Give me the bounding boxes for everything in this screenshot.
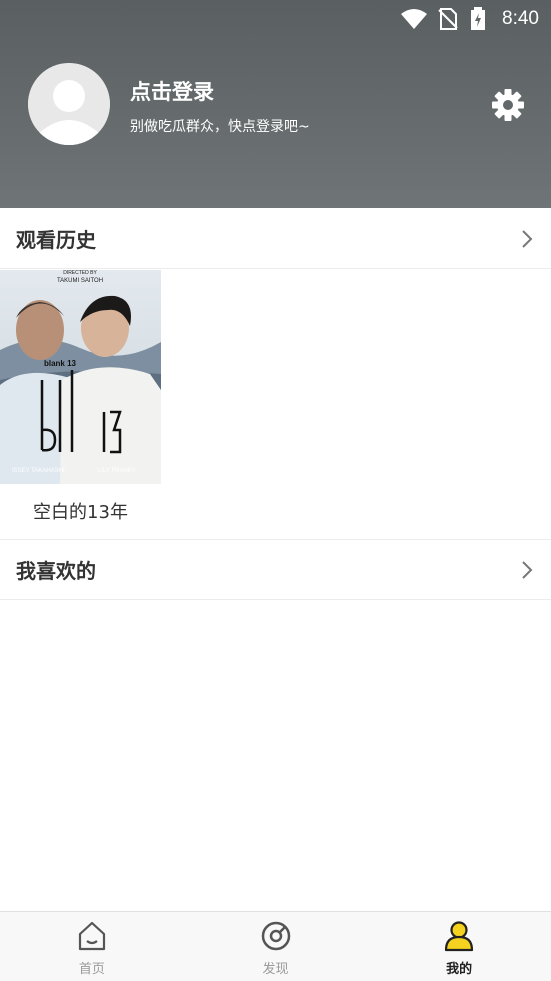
no-sim-icon [438, 8, 458, 30]
poster-director: TAKUMI SAITOH [57, 278, 103, 284]
movie-poster: DIRECTED BY TAKUMI SAITOH blank 13 ISSEY… [0, 270, 161, 484]
wifi-icon [401, 9, 427, 29]
history-item-title[interactable]: 空白的13年 [0, 498, 161, 524]
profile-icon [445, 921, 474, 952]
settings-button[interactable] [490, 87, 526, 123]
tab-home[interactable]: 首页 [0, 912, 184, 981]
default-avatar-icon [28, 63, 110, 145]
battery-charging-icon [471, 7, 485, 30]
login-subtitle: 别做吃瓜群众，快点登录吧~ [130, 119, 310, 135]
poster-right-cast: LILY FRANKY [98, 468, 136, 474]
status-time: 8:40 [502, 8, 539, 29]
discover-icon [261, 921, 290, 951]
tab-discover[interactable]: 发现 [184, 912, 368, 981]
chevron-right-icon [522, 230, 533, 248]
profile-header: 8:40 点击登录 别做吃瓜群众，快点登录吧~ [0, 0, 551, 208]
favorites-section-header[interactable]: 我喜欢的 [0, 540, 551, 600]
poster-main-title: blank 13 [44, 359, 77, 368]
avatar[interactable] [28, 63, 110, 145]
chevron-right-icon [522, 561, 533, 579]
tab-profile-label: 我的 [446, 962, 473, 977]
gear-icon [492, 89, 524, 121]
poster-left-cast: ISSEY TAKAHASHI [12, 468, 65, 474]
status-bar: 8:40 [0, 0, 551, 40]
history-section-header[interactable]: 观看历史 [0, 209, 551, 269]
bottom-tab-bar: 首页 发现 我的 [0, 911, 551, 981]
history-title: 观看历史 [16, 228, 96, 252]
tab-home-label: 首页 [78, 962, 105, 977]
login-title[interactable]: 点击登录 [130, 76, 214, 106]
tab-discover-label: 发现 [262, 962, 289, 977]
poster-credit: DIRECTED BY [63, 270, 97, 276]
favorites-title: 我喜欢的 [16, 559, 96, 583]
home-icon [78, 921, 105, 951]
history-item[interactable]: DIRECTED BY TAKUMI SAITOH blank 13 ISSEY… [0, 270, 161, 484]
tab-profile[interactable]: 我的 [367, 912, 551, 981]
